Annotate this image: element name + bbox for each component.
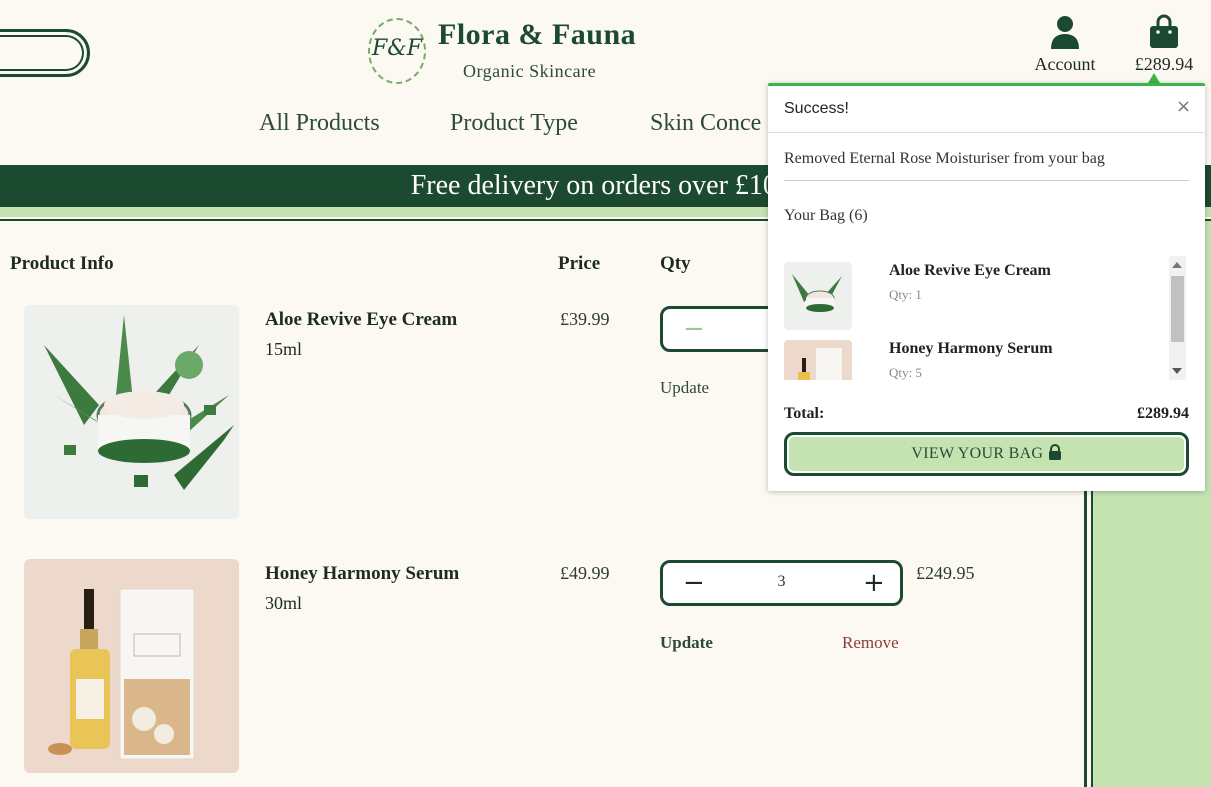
bag-count-label: Your Bag (6) — [784, 207, 868, 224]
total-value: £289.94 — [1137, 405, 1189, 422]
total-label: Total: — [784, 405, 825, 422]
bag-item-image — [784, 340, 852, 380]
search-input[interactable] — [0, 29, 90, 77]
plus-icon[interactable]: + — [863, 569, 885, 597]
nav-skin-concern[interactable]: Skin Conce — [650, 110, 761, 137]
bag-item-image — [784, 262, 852, 330]
scroll-down-arrow[interactable] — [1172, 368, 1182, 374]
product-image-honey-serum[interactable] — [24, 559, 239, 773]
header-product-info: Product Info — [10, 253, 114, 274]
divider — [768, 132, 1205, 133]
brand-logo[interactable]: F&F — [366, 16, 428, 88]
shopping-bag-icon — [1150, 14, 1178, 48]
bag-item-qty: Qty: 5 — [889, 365, 922, 380]
minus-icon[interactable]: − — [683, 315, 705, 343]
product-price: £39.99 — [560, 309, 610, 329]
product-price: £49.99 — [560, 563, 610, 583]
product-size: 30ml — [265, 593, 303, 613]
remove-link[interactable]: Remove — [842, 633, 899, 653]
bag-item-qty: Qty: 1 — [889, 287, 922, 302]
toast-pointer — [1148, 73, 1160, 83]
view-bag-button[interactable]: VIEW YOUR BAG — [784, 432, 1189, 476]
logo-monogram: F&F — [371, 36, 423, 61]
header-qty: Qty — [660, 253, 691, 274]
divider — [784, 180, 1189, 181]
update-link[interactable]: Update — [660, 633, 713, 653]
update-link[interactable]: Update — [660, 378, 709, 398]
brand-subtitle: Organic Skincare — [463, 61, 597, 81]
brand-name[interactable]: Flora & Fauna — [438, 18, 636, 52]
toast-title: Success! — [784, 100, 849, 117]
account-label: Account — [1034, 54, 1096, 74]
nav-all-products[interactable]: All Products — [259, 110, 380, 137]
scrollbar[interactable] — [1169, 256, 1186, 380]
scroll-thumb[interactable] — [1171, 276, 1184, 342]
scroll-up-arrow[interactable] — [1172, 262, 1182, 268]
user-icon — [1051, 16, 1079, 49]
product-size: 15ml — [265, 339, 303, 359]
product-image-aloe-eye-cream[interactable] — [24, 305, 239, 519]
bag-items-list[interactable]: Aloe Revive Eye Cream Qty: 1 Honey Harmo… — [784, 256, 1188, 380]
header-price: Price — [558, 253, 601, 274]
toast-message: Removed Eternal Rose Moisturiser from yo… — [784, 150, 1105, 167]
bag-total: £289.94 — [1134, 54, 1194, 74]
bag-item-name: Honey Harmony Serum — [889, 340, 1053, 357]
account-link[interactable]: Account — [1025, 14, 1105, 75]
product-name[interactable]: Honey Harmony Serum — [265, 563, 459, 585]
product-name[interactable]: Aloe Revive Eye Cream — [265, 309, 457, 331]
product-subtotal: £249.95 — [916, 563, 975, 583]
nav-product-type[interactable]: Product Type — [450, 110, 578, 137]
close-icon[interactable]: × — [1176, 96, 1191, 117]
bag-link[interactable]: £289.94 — [1124, 14, 1204, 75]
bag-item-name: Aloe Revive Eye Cream — [889, 262, 1051, 279]
lock-icon — [1048, 444, 1061, 460]
success-toast: Success! × Removed Eternal Rose Moisturi… — [768, 83, 1205, 491]
quantity-stepper[interactable]: − 3 + — [660, 560, 903, 606]
view-bag-label: VIEW YOUR BAG — [911, 445, 1044, 462]
